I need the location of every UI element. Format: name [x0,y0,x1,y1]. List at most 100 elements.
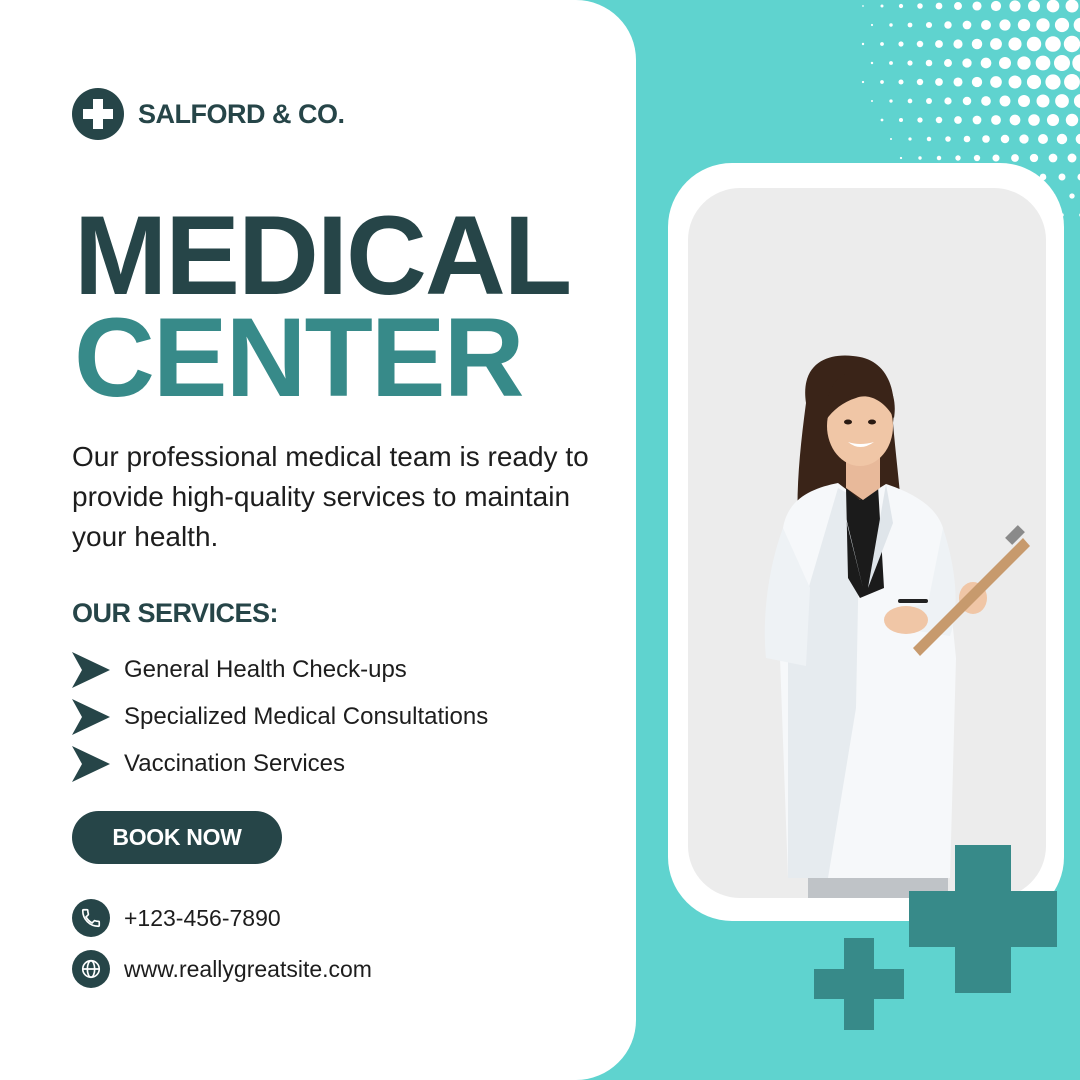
halftone-dot [908,137,912,141]
service-item: Specialized Medical Consultations [72,699,488,735]
halftone-dot [1029,153,1039,163]
arrow-bullet-icon [72,699,110,735]
halftone-dot [898,79,904,85]
halftone-dot [889,137,893,141]
website-url: www.reallygreatsite.com [124,955,372,982]
halftone-dot [926,98,932,104]
services-heading: OUR SERVICES: [72,598,279,628]
halftone-dot [925,59,933,67]
halftone-dot [1054,17,1070,33]
halftone-dot [935,116,943,124]
halftone-dot [1056,133,1068,145]
halftone-dot [1036,18,1050,32]
arrow-bullet-icon [72,746,110,782]
halftone-dot [991,115,1001,125]
halftone-dot [954,116,962,124]
large-cross-icon [909,845,1057,993]
halftone-dot [862,5,864,7]
halftone-dot [898,41,904,47]
halftone-dot [1018,95,1030,107]
halftone-dot [870,23,874,27]
phone-contact[interactable]: +123-456-7890 [72,899,281,937]
arrow-bullet-icon [72,652,110,688]
halftone-dot [953,39,963,49]
halftone-dot [880,118,884,122]
halftone-dot [962,20,972,30]
brand-logo: SALFORD & CO. [72,88,345,140]
halftone-dot [980,57,992,69]
brand-name: SALFORD & CO. [138,98,345,129]
halftone-dot [981,20,991,30]
halftone-dot [870,61,874,65]
halftone-dot [1026,36,1042,52]
description-text: Our professional medical team is ready t… [72,441,589,552]
halftone-dot [1069,193,1075,199]
halftone-dot [1026,74,1042,90]
halftone-dot [1045,74,1061,90]
halftone-dot [972,1,982,11]
halftone-dot [1073,17,1080,33]
doctor-photo [688,188,1046,898]
halftone-dot [917,3,923,9]
halftone-dot [945,136,951,142]
service-label: Vaccination Services [124,750,345,777]
halftone-dot [990,0,1002,12]
halftone-dot [1065,0,1079,13]
halftone-dot [1009,0,1021,12]
phone-number: +123-456-7890 [124,904,281,931]
halftone-dot [925,21,933,29]
book-now-button[interactable]: BOOK NOW [72,811,282,864]
halftone-dot [935,40,943,48]
halftone-dot [889,23,893,27]
halftone-dot [1046,113,1060,127]
service-item: Vaccination Services [72,746,345,782]
halftone-dot [953,77,963,87]
halftone-dot [907,22,913,28]
globe-icon [72,950,110,988]
halftone-dot [944,97,952,105]
service-label: General Health Check-ups [124,656,407,683]
halftone-dot [880,80,884,84]
halftone-dot [1008,75,1022,89]
halftone-dot [880,4,884,8]
halftone-dot [907,98,913,104]
halftone-dot [916,78,924,86]
halftone-dot [926,136,932,142]
halftone-dot [1064,74,1080,90]
halftone-dot [955,155,961,161]
halftone-dot [971,38,983,50]
halftone-dot [1075,133,1080,145]
halftone-dot [1048,153,1058,163]
halftone-dot [918,156,922,160]
halftone-dot [935,2,943,10]
halftone-dot [962,96,972,106]
halftone-dot [870,99,874,103]
halftone-dot [1000,134,1010,144]
halftone-dot [1065,113,1079,127]
halftone-dot [971,76,983,88]
halftone-dot [944,21,952,29]
decorative-crosses [814,845,1057,1030]
halftone-dot [907,60,913,66]
halftone-dot [1063,35,1080,53]
halftone-dot [963,135,971,143]
halftone-dot [1009,114,1021,126]
halftone-dot [1072,54,1080,72]
doctor-illustration [764,355,1030,898]
halftone-dot [999,57,1011,69]
halftone-dot [861,42,865,46]
halftone-dot [999,95,1011,107]
halftone-dot [889,99,893,103]
halftone-dot [973,154,981,162]
halftone-dot [889,61,893,65]
halftone-dot [1067,153,1077,163]
halftone-dot [1027,0,1041,13]
halftone-dot [1038,134,1048,144]
halftone-dot [1046,0,1060,13]
halftone-dot [880,42,884,46]
halftone-dot [898,3,904,9]
halftone-dot [981,96,991,106]
phone-icon [72,899,110,937]
halftone-dot [990,76,1002,88]
website-contact[interactable]: www.reallygreatsite.com [72,950,372,988]
